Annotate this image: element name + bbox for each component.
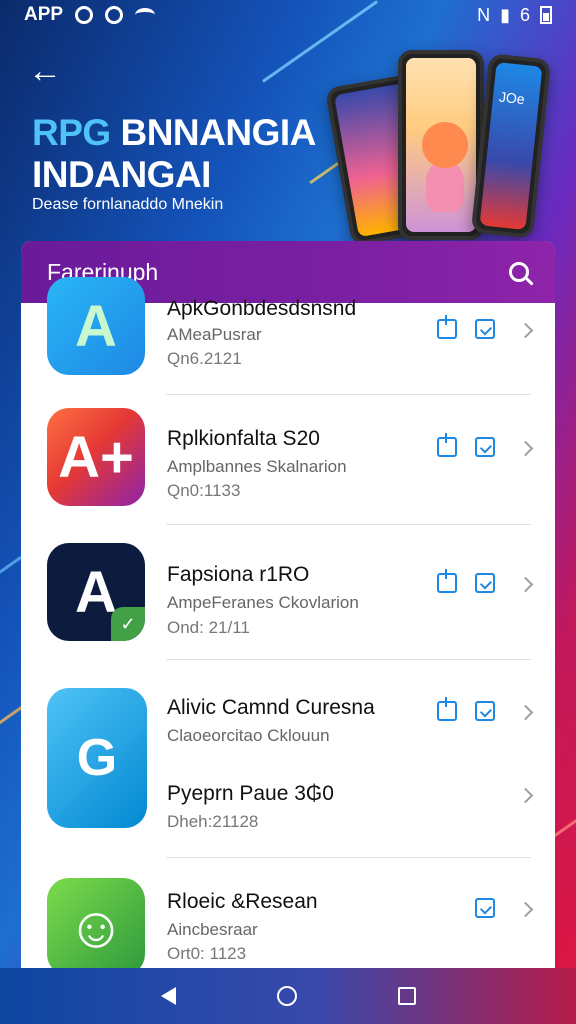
phone-screen-text: JOe (498, 88, 526, 108)
item-title: Alivic Camnd Curesna (167, 696, 375, 719)
leaf-badge-icon: ✓ (111, 607, 145, 641)
chevron-right-icon[interactable] (517, 901, 534, 918)
status-app-label: APP (24, 4, 64, 25)
a-leaf-icon: A ✓ (47, 543, 145, 641)
chevron-right-icon[interactable] (517, 787, 534, 804)
compass-icon: G (47, 688, 147, 828)
item-date: Ort0: 1123 (167, 944, 247, 963)
list-item[interactable]: A ✓ Fapsiona r1RO AmpeFeranes Ckovlarion… (21, 525, 555, 660)
share-icon[interactable] (437, 697, 457, 721)
gradient-a-icon: A (47, 277, 145, 375)
phone-illustration-center (398, 50, 484, 240)
item-subtitle: AMeaPusrar (167, 325, 262, 344)
save-icon[interactable] (475, 898, 495, 918)
item-title: Fapsiona r1RO (167, 563, 310, 586)
mascot-head (422, 122, 468, 168)
hero-subtitle: Dease fornlanaddo Mnekin (32, 196, 224, 213)
share-icon[interactable] (437, 569, 457, 593)
signal-icon: ▮ (500, 4, 510, 25)
item-title: Rloeic &Resean (167, 890, 318, 913)
android-icon: ☺ (47, 878, 145, 968)
chevron-right-icon[interactable] (517, 576, 534, 593)
hero-title-rest: BNNANGIA (110, 112, 316, 153)
item-subtitle: Aincbesraar (167, 920, 258, 939)
notification-icon (105, 6, 124, 24)
item-title: ApkGonbdesdsnsnd (167, 297, 357, 320)
item-title: Rplkionfalta S20 (167, 427, 320, 450)
item-date: Dheh:21128 (167, 812, 259, 831)
nfc-icon: N (477, 4, 491, 25)
item-date: Qn0:1133 (167, 481, 241, 500)
save-icon[interactable] (475, 573, 495, 593)
list-item[interactable]: A ApkGonbdesdsnsnd AMeaPusrar Qn6.2121 (21, 277, 555, 395)
hero-title-accent: RPG (32, 112, 111, 153)
wifi-icon (135, 8, 156, 22)
item-subtitle: Claoeorcitao Cklouun (167, 726, 330, 745)
share-icon[interactable] (437, 315, 457, 339)
nav-home-icon[interactable] (276, 986, 297, 1006)
list-item[interactable]: G Alivic Camnd Curesna Claoeorcitao Cklo… (21, 660, 555, 858)
signal-text: 6 (519, 4, 530, 25)
share-icon[interactable] (437, 433, 457, 457)
list-item[interactable]: A+ Rplkionfalta S20 Amplbannes Skalnario… (21, 395, 555, 525)
list-item[interactable]: ☺ Rloeic &Resean Aincbesraar Ort0: 1123 (21, 858, 555, 968)
nav-recents-icon[interactable] (397, 987, 416, 1005)
chevron-right-icon[interactable] (517, 704, 534, 721)
back-arrow-icon[interactable]: ← (28, 54, 62, 88)
hero-title-line2: INDANGAI (32, 154, 211, 195)
save-icon[interactable] (475, 319, 495, 339)
status-left: APP (24, 4, 156, 26)
item-date: Ond: 21/11 (167, 618, 250, 637)
item-subtitle: Amplbannes Skalnarion (167, 457, 347, 476)
item-date: Qn6.2121 (167, 349, 242, 368)
mascot-illustration (426, 162, 464, 212)
a-plus-icon: A+ (47, 408, 145, 506)
app-list-card: Farerinuph A ApkGonbdesdsnsnd AMeaPusrar… (21, 241, 555, 968)
save-icon[interactable] (475, 701, 495, 721)
item-title: Pyeprn Paue 3₲0 (167, 782, 334, 805)
system-nav-bar (0, 968, 576, 1024)
chevron-right-icon[interactable] (517, 440, 534, 457)
record-icon (75, 6, 94, 24)
item-subtitle: AmpeFeranes Ckovlarion (167, 593, 359, 612)
chevron-right-icon[interactable] (517, 322, 534, 339)
status-bar: APP N ▮ 6 (0, 0, 576, 30)
nav-back-icon[interactable] (160, 987, 176, 1005)
search-icon[interactable] (509, 262, 529, 282)
status-right: N ▮ 6 (477, 5, 552, 26)
save-icon[interactable] (475, 437, 495, 457)
battery-icon (540, 6, 552, 24)
hero-title: RPG BNNANGIA INDANGAI (32, 112, 352, 196)
